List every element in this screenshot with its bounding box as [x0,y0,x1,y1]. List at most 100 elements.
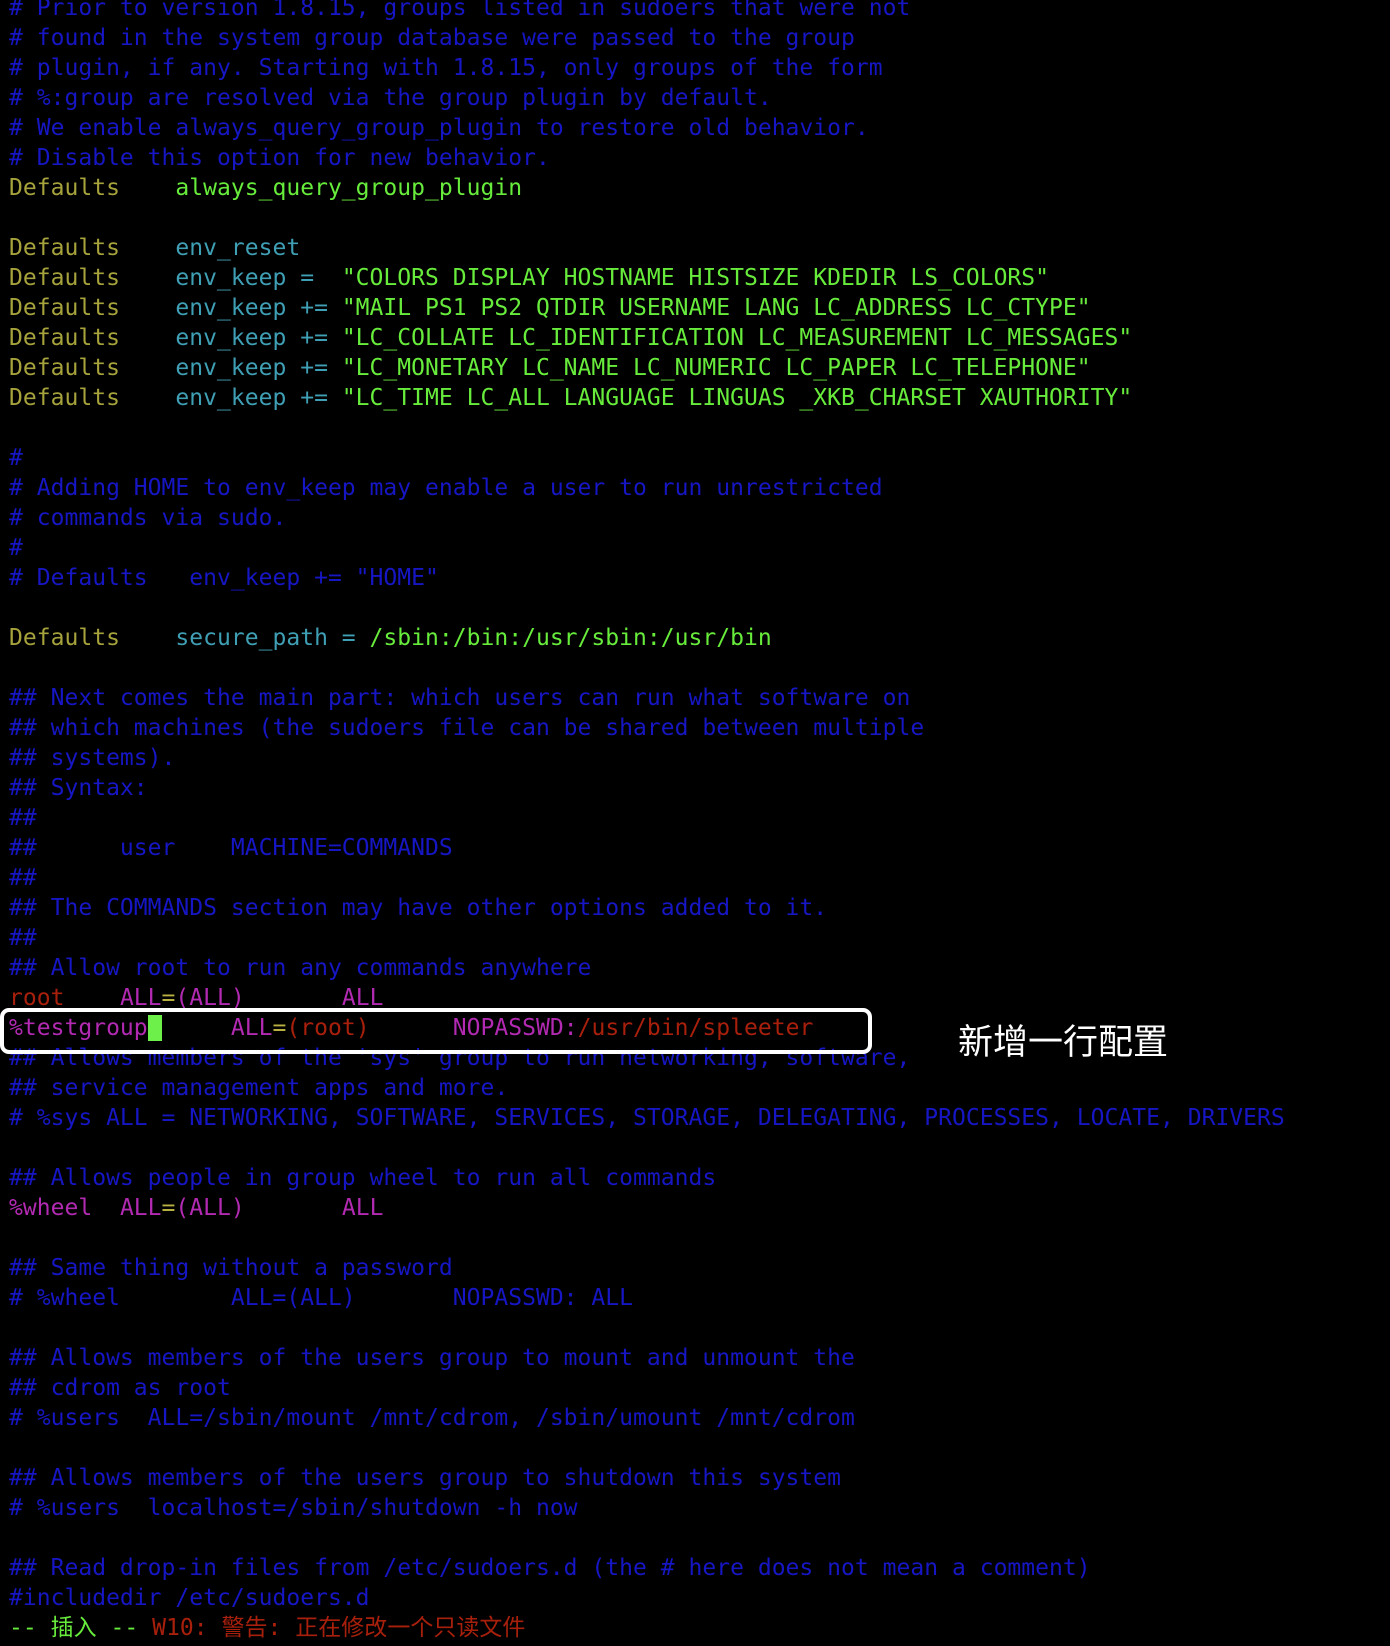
code-token: # [9,535,23,561]
code-line[interactable]: ## Allow root to run any commands anywhe… [9,953,1285,983]
code-line[interactable] [9,1223,1285,1253]
code-line[interactable]: # plugin, if any. Starting with 1.8.15, … [9,53,1285,83]
code-line[interactable]: ## systems). [9,743,1285,773]
code-line[interactable]: ## service management apps and more. [9,1073,1285,1103]
code-line[interactable]: # [9,533,1285,563]
code-token: ## which machines (the sudoers file can … [9,715,925,741]
code-line[interactable]: Defaults env_reset [9,233,1285,263]
code-token: ## The COMMANDS section may have other o… [9,895,828,921]
code-line[interactable]: ## The COMMANDS section may have other o… [9,893,1285,923]
code-token: = [161,1195,176,1221]
code-token: #includedir /etc/sudoers.d [9,1585,370,1611]
code-line[interactable]: ## Syntax: [9,773,1285,803]
code-line[interactable]: # %users localhost=/sbin/shutdown -h now [9,1493,1285,1523]
code-line[interactable]: #includedir /etc/sudoers.d [9,1583,1285,1613]
code-token: ## [9,925,37,951]
code-token: Defaults [9,265,120,291]
code-token: # Disable this option for new behavior. [9,145,550,171]
code-line[interactable]: # %sys ALL = NETWORKING, SOFTWARE, SERVI… [9,1103,1285,1133]
code-token: env_keep += [175,385,342,411]
code-line[interactable]: ## Allows members of the users group to … [9,1463,1285,1493]
code-token: ## Syntax: [9,775,148,801]
code-line[interactable] [9,1433,1285,1463]
code-line[interactable]: ## user MACHINE=COMMANDS [9,833,1285,863]
code-line[interactable]: # [9,443,1285,473]
code-line[interactable] [9,413,1285,443]
code-line[interactable] [9,653,1285,683]
code-token: ALL [341,1195,384,1221]
code-line[interactable] [9,593,1285,623]
code-line[interactable] [9,1313,1285,1343]
code-line[interactable]: # Defaults env_keep += "HOME" [9,563,1285,593]
vim-editor-buffer[interactable]: # Prior to version 1.8.15, groups listed… [9,0,1285,1643]
code-line[interactable]: Defaults env_keep += "LC_TIME LC_ALL LAN… [9,383,1285,413]
code-token: Defaults [9,235,120,261]
code-token: env_keep += [175,355,342,381]
code-line[interactable]: # %wheel ALL=(ALL) NOPASSWD: ALL [9,1283,1285,1313]
code-line[interactable] [9,1133,1285,1163]
code-line[interactable]: # found in the system group database wer… [9,23,1285,53]
code-line[interactable]: # Disable this option for new behavior. [9,143,1285,173]
code-line[interactable]: Defaults secure_path = /sbin:/bin:/usr/s… [9,623,1285,653]
code-token: # We enable always_query_group_plugin to… [9,115,869,141]
code-token: ## systems). [9,745,176,771]
code-line[interactable]: # Adding HOME to env_keep may enable a u… [9,473,1285,503]
code-line[interactable]: Defaults env_keep = "COLORS DISPLAY HOST… [9,263,1285,293]
code-token: # plugin, if any. Starting with 1.8.15, … [9,55,883,81]
code-line[interactable]: # %:group are resolved via the group plu… [9,83,1285,113]
code-line[interactable]: ## Allows members of the users group to … [9,1343,1285,1373]
code-token: # [9,445,23,471]
code-line[interactable]: ## Allows people in group wheel to run a… [9,1163,1285,1193]
code-token: %wheel [9,1195,93,1221]
code-token: "LC_COLLATE LC_IDENTIFICATION LC_MEASURE… [341,325,1133,351]
code-token: ## Next comes the main part: which users… [9,685,911,711]
code-line[interactable]: ## which machines (the sudoers file can … [9,713,1285,743]
code-token: "LC_TIME LC_ALL LANGUAGE LINGUAS _XKB_CH… [341,385,1133,411]
code-line[interactable]: ## [9,863,1285,893]
code-line[interactable]: ## Same thing without a password [9,1253,1285,1283]
code-line[interactable] [9,203,1285,233]
code-token: Defaults [9,355,120,381]
code-token: Defaults [9,385,120,411]
code-line[interactable]: ## [9,923,1285,953]
code-token: # Defaults env_keep += "HOME" [9,565,439,591]
code-token: /sbin:/bin:/usr/sbin:/usr/bin [369,625,772,651]
code-token: # commands via sudo. [9,505,287,531]
code-line[interactable]: # commands via sudo. [9,503,1285,533]
code-token: env_reset [175,235,301,261]
code-line[interactable]: Defaults always_query_group_plugin [9,173,1285,203]
mode-indicator: -- 插入 -- [9,1615,139,1641]
code-token: # %:group are resolved via the group plu… [9,85,772,111]
code-line[interactable]: Defaults env_keep += "MAIL PS1 PS2 QTDIR… [9,293,1285,323]
code-line[interactable]: ## Next comes the main part: which users… [9,683,1285,713]
code-token: Defaults [9,625,120,651]
code-token: secure_path = [175,625,370,651]
code-line[interactable]: ## [9,803,1285,833]
code-token: # %wheel ALL=(ALL) NOPASSWD: ALL [9,1285,634,1311]
code-line[interactable] [9,1523,1285,1553]
code-line[interactable]: Defaults env_keep += "LC_COLLATE LC_IDEN… [9,323,1285,353]
code-line[interactable]: ## cdrom as root [9,1373,1285,1403]
code-token: ## Same thing without a password [9,1255,453,1281]
code-line[interactable]: %wheel ALL=(ALL) ALL [9,1193,1285,1223]
code-line[interactable]: # We enable always_query_group_plugin to… [9,113,1285,143]
code-token: ## Allows members of the users group to … [9,1345,855,1371]
code-token: # %users localhost=/sbin/shutdown -h now [9,1495,578,1521]
code-line[interactable]: # Prior to version 1.8.15, groups listed… [9,0,1285,23]
code-token: always_query_group_plugin [175,175,523,201]
code-token: "COLORS DISPLAY HOSTNAME HISTSIZE KDEDIR… [341,265,1050,291]
code-token: env_keep += [175,325,342,351]
code-token: ## Allows members of the users group to … [9,1465,842,1491]
code-token: "LC_MONETARY LC_NAME LC_NUMERIC LC_PAPER… [341,355,1091,381]
code-line[interactable]: # %users ALL=/sbin/mount /mnt/cdrom, /sb… [9,1403,1285,1433]
code-line[interactable]: Defaults env_keep += "LC_MONETARY LC_NAM… [9,353,1285,383]
code-token: ## Read drop-in files from /etc/sudoers.… [9,1555,1091,1581]
code-line[interactable]: ## Read drop-in files from /etc/sudoers.… [9,1553,1285,1583]
code-token: ## user MACHINE=COMMANDS [9,835,453,861]
